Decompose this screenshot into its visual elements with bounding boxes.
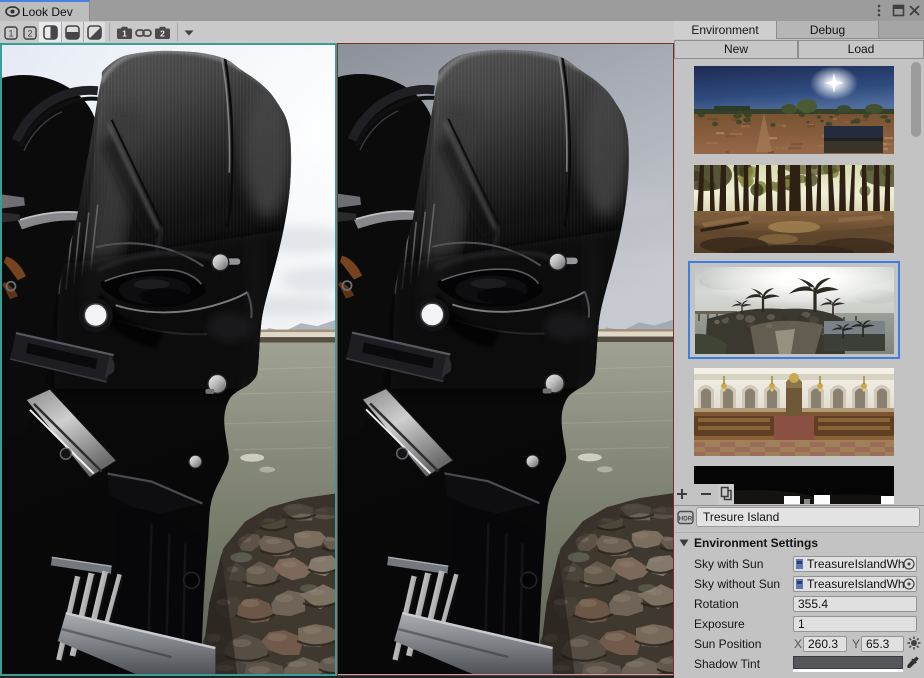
svg-text:HDR: HDR bbox=[679, 516, 693, 523]
svg-text:2: 2 bbox=[27, 28, 32, 38]
svg-text:2: 2 bbox=[160, 28, 165, 38]
svg-text:1: 1 bbox=[122, 28, 127, 38]
svg-text:1: 1 bbox=[8, 28, 13, 38]
